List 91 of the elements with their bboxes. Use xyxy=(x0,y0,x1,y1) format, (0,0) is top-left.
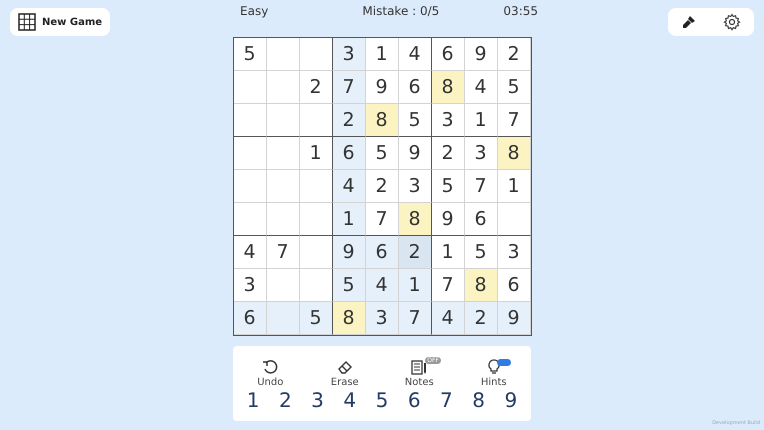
difficulty-label: Easy xyxy=(240,4,268,18)
sudoku-cell[interactable]: 2 xyxy=(332,104,366,137)
number-key[interactable]: 7 xyxy=(436,388,457,412)
number-key[interactable]: 4 xyxy=(339,388,360,412)
number-key[interactable]: 2 xyxy=(274,388,296,412)
sudoku-cell[interactable]: 9 xyxy=(398,137,432,170)
sudoku-cell[interactable]: 4 xyxy=(398,38,432,71)
sudoku-cell[interactable]: 2 xyxy=(366,170,398,203)
sudoku-cell[interactable]: 5 xyxy=(332,269,366,302)
new-game-button[interactable]: New Game xyxy=(10,8,110,36)
sudoku-cell[interactable]: 1 xyxy=(432,236,464,269)
sudoku-cell[interactable]: 8 xyxy=(498,137,530,170)
sudoku-cell[interactable]: 8 xyxy=(332,302,366,335)
sudoku-cell[interactable]: 5 xyxy=(398,104,432,137)
sudoku-cell[interactable]: 1 xyxy=(498,170,530,203)
sudoku-cell[interactable]: 4 xyxy=(464,71,498,104)
sudoku-cell[interactable]: 3 xyxy=(432,104,464,137)
sudoku-cell[interactable]: 9 xyxy=(366,71,398,104)
sudoku-cell[interactable]: 1 xyxy=(398,269,432,302)
sudoku-cell[interactable]: 5 xyxy=(366,137,398,170)
sudoku-cell[interactable]: 7 xyxy=(366,203,398,236)
sudoku-cell[interactable]: 9 xyxy=(432,203,464,236)
grid-icon xyxy=(18,13,36,31)
sudoku-cell[interactable]: 1 xyxy=(300,137,332,170)
sudoku-cell[interactable]: 1 xyxy=(332,203,366,236)
sudoku-cell[interactable]: 6 xyxy=(498,269,530,302)
sudoku-cell[interactable]: 5 xyxy=(432,170,464,203)
mistake-counter: Mistake : 0/5 xyxy=(362,4,440,18)
sudoku-cell[interactable]: 3 xyxy=(366,302,398,335)
brush-icon[interactable] xyxy=(681,14,697,30)
sudoku-cell[interactable]: 2 xyxy=(464,302,498,335)
sudoku-cell[interactable]: 3 xyxy=(464,137,498,170)
number-key[interactable]: 3 xyxy=(307,388,328,412)
sudoku-cell[interactable]: 4 xyxy=(366,269,398,302)
settings-icon[interactable] xyxy=(723,13,741,31)
sudoku-cell[interactable]: 2 xyxy=(398,236,432,269)
sudoku-cell[interactable]: 4 xyxy=(332,170,366,203)
sudoku-cell[interactable]: 3 xyxy=(234,269,266,302)
sudoku-cell[interactable] xyxy=(300,236,332,269)
sudoku-cell[interactable]: 7 xyxy=(266,236,300,269)
sudoku-cell[interactable]: 5 xyxy=(464,236,498,269)
hints-button[interactable]: Hints xyxy=(464,359,524,388)
sudoku-cell[interactable]: 6 xyxy=(432,38,464,71)
number-key[interactable]: 8 xyxy=(468,388,489,412)
count-badge xyxy=(496,359,511,366)
sudoku-cell[interactable]: 7 xyxy=(498,104,530,137)
sudoku-cell[interactable]: 6 xyxy=(366,236,398,269)
sudoku-cell[interactable]: 8 xyxy=(366,104,398,137)
sudoku-cell[interactable]: 6 xyxy=(332,137,366,170)
erase-button[interactable]: Erase xyxy=(314,359,375,388)
sudoku-cell[interactable]: 9 xyxy=(498,302,530,335)
eraser-icon xyxy=(336,359,353,375)
sudoku-cell[interactable]: 4 xyxy=(432,302,464,335)
sudoku-cell[interactable]: 3 xyxy=(332,38,366,71)
sudoku-cell[interactable] xyxy=(300,104,332,137)
sudoku-cell[interactable]: 7 xyxy=(432,269,464,302)
sudoku-cell[interactable] xyxy=(300,203,332,236)
sudoku-cell[interactable] xyxy=(300,269,332,302)
number-key[interactable]: 9 xyxy=(500,388,522,412)
sudoku-cell[interactable]: 7 xyxy=(332,71,366,104)
undo-icon xyxy=(262,359,278,375)
sudoku-cell[interactable]: 2 xyxy=(300,71,332,104)
sudoku-cell[interactable] xyxy=(300,170,332,203)
timer: 03:55 xyxy=(503,4,538,18)
sudoku-cell[interactable]: 8 xyxy=(398,203,432,236)
sudoku-cell[interactable]: 8 xyxy=(464,269,498,302)
sudoku-cell[interactable]: 2 xyxy=(432,137,464,170)
number-key[interactable]: 1 xyxy=(242,388,264,412)
sudoku-cell[interactable]: 5 xyxy=(300,302,332,335)
sudoku-cell[interactable] xyxy=(300,38,332,71)
sudoku-cell[interactable]: 1 xyxy=(366,38,398,71)
sudoku-cell[interactable]: 7 xyxy=(464,170,498,203)
sudoku-cell[interactable]: 4 xyxy=(234,236,266,269)
notepad-icon xyxy=(410,359,428,375)
number-key[interactable]: 5 xyxy=(372,388,392,412)
sudoku-cell[interactable]: 6 xyxy=(398,71,432,104)
sudoku-cell[interactable]: 6 xyxy=(464,203,498,236)
undo-button[interactable]: Undo xyxy=(240,359,300,388)
sudoku-cell[interactable]: 8 xyxy=(432,71,464,104)
sudoku-cell[interactable]: 3 xyxy=(398,170,432,203)
sudoku-cell[interactable]: 9 xyxy=(332,236,366,269)
sudoku-cell[interactable]: 7 xyxy=(398,302,432,335)
lightbulb-icon xyxy=(486,359,502,375)
sudoku-cell[interactable]: 6 xyxy=(234,302,266,335)
sudoku-cell[interactable]: 9 xyxy=(464,38,498,71)
sudoku-cell[interactable]: 5 xyxy=(498,71,530,104)
sudoku-cell[interactable]: 3 xyxy=(498,236,530,269)
number-key[interactable]: 6 xyxy=(404,388,425,412)
sudoku-cell[interactable]: 2 xyxy=(498,38,530,71)
sudoku-cell[interactable]: 1 xyxy=(464,104,498,137)
sudoku-cell[interactable]: 5 xyxy=(234,38,266,71)
